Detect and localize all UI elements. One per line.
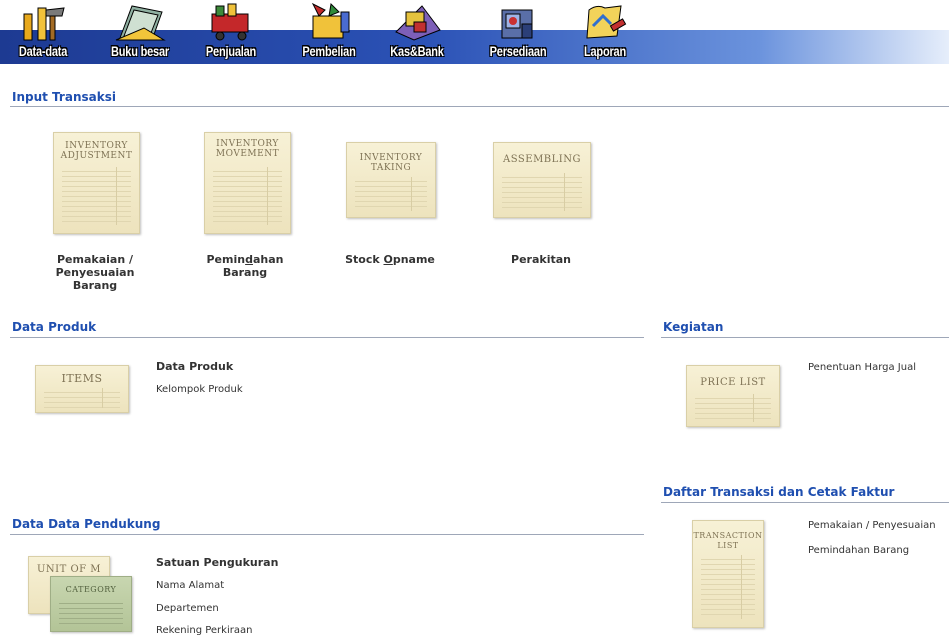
caption-pemindahan-barang[interactable]: Pemindahan Barang: [190, 253, 300, 279]
nav-label: Laporan: [584, 44, 626, 60]
section-title-kegiatan: Kegiatan: [663, 320, 724, 334]
report-icon: [586, 5, 627, 39]
price-list-card[interactable]: PRICE LIST: [686, 365, 780, 427]
rekening-perkiraan-link[interactable]: Rekening Perkiraan: [156, 625, 252, 636]
penentuan-harga-jual-link[interactable]: Penentuan Harga Jual: [808, 362, 916, 373]
inventory-movement-card[interactable]: INVENTORY MOVEMENT: [204, 132, 291, 234]
cart-icon: [211, 3, 249, 41]
caption-stock-opname[interactable]: Stock Opname: [330, 253, 450, 266]
category-card[interactable]: CATEGORY: [50, 576, 132, 632]
money-icon: [395, 5, 441, 41]
nav-laporan[interactable]: Laporan: [570, 0, 640, 64]
inventory-taking-card[interactable]: INVENTORY TAKING: [346, 142, 436, 218]
section-title-data-pendukung: Data Data Pendukung: [12, 517, 161, 531]
nav-buku-besar[interactable]: Buku besar: [100, 0, 180, 64]
nav-penjualan[interactable]: Penjualan: [196, 0, 266, 64]
caption-pemakaian-penyesuaian-barang[interactable]: Pemakaian / Penyesuaian Barang: [40, 253, 150, 292]
satuan-pengukuran-link[interactable]: Satuan Pengukuran: [156, 556, 278, 569]
nav-persediaan[interactable]: Persediaan: [478, 0, 558, 64]
card-title: INVENTORY MOVEMENT: [215, 139, 280, 159]
shopping-bag-icon: [311, 2, 350, 39]
card-title: INVENTORY ADJUSTMENT: [60, 141, 133, 161]
nav-data-data[interactable]: Data-data: [6, 0, 80, 64]
card-title: ASSEMBLING: [503, 154, 581, 165]
caption-perakitan[interactable]: Perakitan: [486, 253, 596, 266]
section-divider: [661, 337, 949, 338]
transaction-list-card[interactable]: TRANSACTION LIST: [692, 520, 764, 628]
tools-icon: [23, 7, 65, 41]
nav-label: Buku besar: [111, 44, 169, 60]
section-divider: [661, 502, 949, 503]
pemakaian-penyesuaian-link[interactable]: Pemakaian / Penyesuaian: [808, 520, 936, 531]
inventory-adjustment-card[interactable]: INVENTORY ADJUSTMENT: [53, 132, 140, 234]
card-title: INVENTORY TAKING: [359, 153, 423, 173]
nav-label: Penjualan: [205, 44, 257, 60]
pemindahan-barang-link[interactable]: Pemindahan Barang: [808, 545, 909, 556]
nav-label: Data-data: [18, 44, 68, 60]
departemen-link[interactable]: Departemen: [156, 603, 219, 614]
card-title: UNIT OF M: [36, 564, 102, 575]
nav-label: Pembelian: [302, 44, 356, 60]
section-title-daftar-transaksi: Daftar Transaksi dan Cetak Faktur: [663, 485, 895, 499]
nav-label: Persediaan: [489, 44, 547, 60]
section-title-input-transaksi: Input Transaksi: [12, 90, 116, 104]
card-title: CATEGORY: [65, 585, 117, 594]
card-title: PRICE LIST: [700, 377, 766, 388]
section-divider: [10, 106, 949, 107]
kelompok-produk-link[interactable]: Kelompok Produk: [156, 384, 243, 395]
warehouse-icon: [501, 9, 533, 39]
card-title: TRANSACTION LIST: [693, 531, 763, 550]
section-divider: [10, 337, 644, 338]
section-divider: [10, 534, 644, 535]
section-title-data-produk: Data Produk: [12, 320, 97, 334]
nav-pembelian[interactable]: Pembelian: [294, 0, 364, 64]
nav-kas-bank[interactable]: Kas&Bank: [382, 0, 452, 64]
items-card[interactable]: ITEMS: [35, 365, 129, 413]
ledger-icon: [115, 5, 166, 41]
assembling-card[interactable]: ASSEMBLING: [493, 142, 591, 218]
nav-label: Kas&Bank: [390, 44, 444, 60]
data-produk-link[interactable]: Data Produk: [156, 360, 233, 373]
card-title: ITEMS: [61, 372, 103, 385]
nama-alamat-link[interactable]: Nama Alamat: [156, 580, 224, 591]
